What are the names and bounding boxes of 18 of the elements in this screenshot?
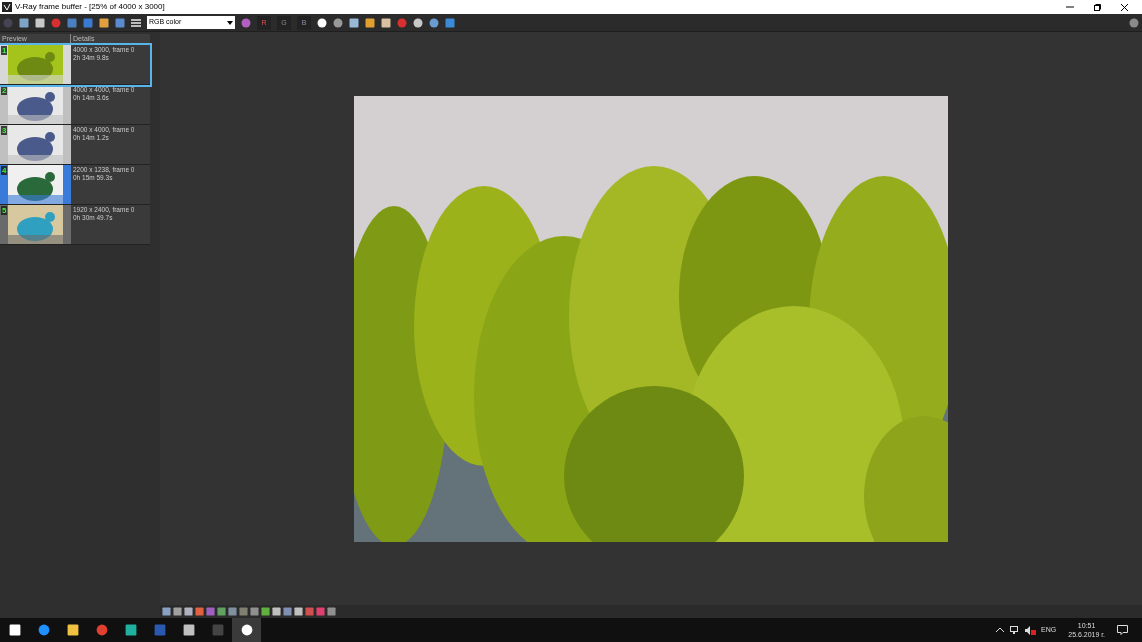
item-number: 4 [1,165,8,175]
minimize-icon[interactable] [1066,3,1074,11]
item-number: 2 [1,85,8,95]
menu-icon[interactable] [131,18,141,27]
caret-icon [227,20,233,25]
chevron-up-icon[interactable] [996,627,1005,633]
item-number: 1 [1,45,8,55]
status-dot-icon[interactable] [1129,17,1139,28]
item-number: 5 [1,205,8,215]
notification-icon[interactable] [1117,625,1128,635]
sphere-icon[interactable] [333,17,343,28]
circle-icon[interactable] [317,17,327,28]
window-title: V-Ray frame buffer - [25% of 4000 x 3000] [15,1,165,13]
item-number: 3 [1,125,8,135]
close-icon[interactable] [1121,3,1128,11]
restore-icon[interactable] [1094,3,1101,11]
speaker-muted-icon[interactable] [1025,625,1037,635]
network-icon[interactable] [1010,625,1021,635]
